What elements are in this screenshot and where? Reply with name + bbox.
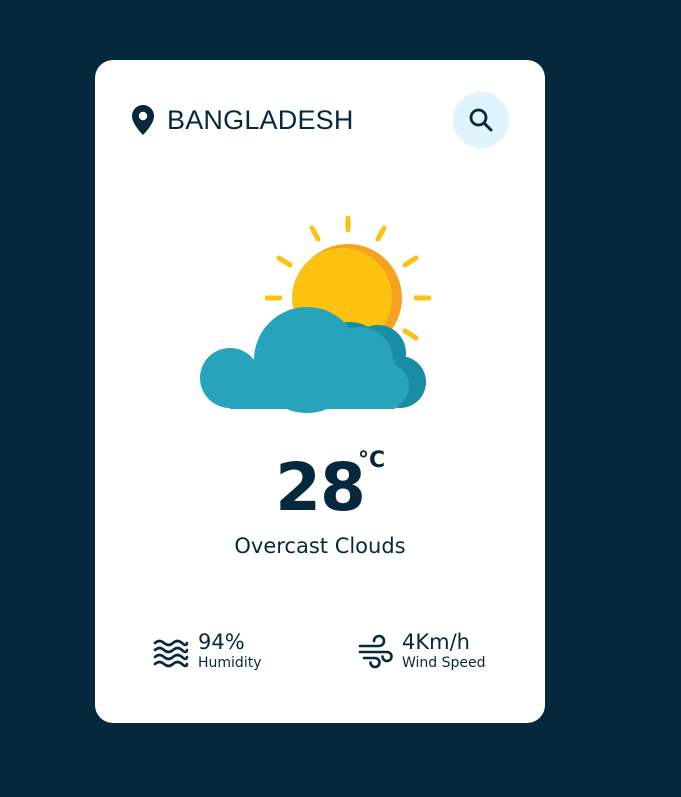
humidity-label: Humidity — [198, 655, 262, 671]
temperature: 28 °C — [95, 448, 545, 528]
humidity-detail: 94% Humidity — [153, 630, 261, 671]
temperature-value: 28 — [275, 449, 366, 526]
wind-icon — [358, 634, 393, 668]
search-button[interactable] — [453, 92, 509, 148]
search-icon — [469, 108, 493, 132]
location-name: BANGLADESH — [167, 105, 354, 135]
wind-label: Wind Speed — [402, 655, 486, 671]
sun-behind-cloud-icon — [200, 215, 432, 413]
weather-description: Overcast Clouds — [234, 534, 406, 558]
wind-detail: 4Km/h Wind Speed — [357, 630, 486, 671]
waves-icon — [153, 639, 189, 667]
humidity-value: 94% — [198, 630, 245, 654]
wind-value: 4Km/h — [402, 630, 470, 654]
temperature-unit: °C — [358, 448, 386, 473]
location: BANGLADESH — [130, 104, 354, 136]
weather-card: BANGLADESH 28 °C Overcast Clouds 94% Hum… — [95, 60, 545, 723]
map-pin-icon — [132, 105, 154, 135]
